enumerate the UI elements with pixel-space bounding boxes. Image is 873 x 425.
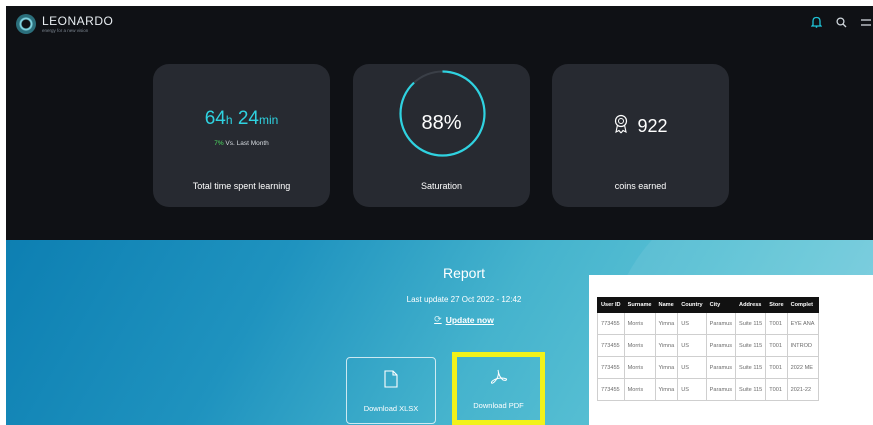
- refresh-icon: ⟳: [434, 314, 442, 324]
- update-now-link[interactable]: ⟳ Update now: [339, 314, 589, 325]
- menu-icon[interactable]: [861, 17, 871, 29]
- medal-icon: [613, 114, 629, 139]
- col-completed: Complet: [786, 297, 819, 313]
- brand-logo[interactable]: LEONARDO energy for a new vision: [16, 14, 113, 34]
- brand-mark-icon: [16, 14, 36, 34]
- time-vs-last-month: 7% Vs. Last Month: [214, 140, 269, 147]
- report-table: User ID Surname Name Country City Addres…: [597, 297, 819, 401]
- coins-card: 922 coins earned: [552, 64, 729, 207]
- table-header-row: User ID Surname Name Country City Addres…: [597, 297, 819, 313]
- time-spent-label: Total time spent learning: [192, 181, 291, 191]
- saturation-card: 88% Saturation: [353, 64, 530, 207]
- pdf-icon: [457, 369, 540, 385]
- header-icons: [810, 16, 871, 30]
- table-row: 773455 Morris Yimna US Paramus Suite 115 T001 E…: [597, 312, 819, 335]
- col-surname: Surname: [623, 297, 656, 313]
- table-row: 773455 Morris Yimna US Paramus Suite 115 T001 2…: [597, 356, 819, 379]
- time-spent-value: 64h 24min: [204, 108, 279, 129]
- brand-name: LEONARDO: [42, 13, 114, 28]
- saturation-value: 88%: [421, 112, 462, 134]
- report-table-preview: User ID Surname Name Country City Addres…: [589, 275, 873, 425]
- download-xlsx-button[interactable]: Download XLSX: [346, 357, 436, 424]
- dashboard-header-area: LEONARDO energy for a new vision 64h 24m…: [6, 6, 873, 240]
- col-city: City: [705, 297, 737, 313]
- col-address: Address: [735, 297, 767, 313]
- table-row: 773455 Morris Yimna US Paramus Suite 115 T001 2…: [597, 378, 819, 401]
- file-icon: [347, 370, 435, 388]
- report-title: Report: [442, 265, 486, 281]
- coins-label: coins earned: [614, 181, 667, 191]
- time-spent-card: 64h 24min 7% Vs. Last Month Total time s…: [153, 64, 330, 207]
- bell-icon[interactable]: [810, 16, 823, 30]
- coins-value: 922: [637, 116, 668, 136]
- col-store: Store: [765, 297, 788, 313]
- saturation-label: Saturation: [420, 181, 463, 191]
- search-icon[interactable]: [836, 16, 847, 30]
- download-pdf-button[interactable]: Download PDF: [452, 352, 545, 425]
- col-country: Country: [677, 297, 707, 313]
- table-row: 773455 Morris Yimna US Paramus Suite 115 T001 I…: [597, 334, 819, 357]
- last-update-text: Last update 27 Oct 2022 - 12:42: [406, 295, 522, 304]
- col-user-id: User ID: [597, 297, 625, 313]
- col-name: Name: [654, 297, 679, 313]
- brand-tagline: energy for a new vision: [42, 27, 89, 33]
